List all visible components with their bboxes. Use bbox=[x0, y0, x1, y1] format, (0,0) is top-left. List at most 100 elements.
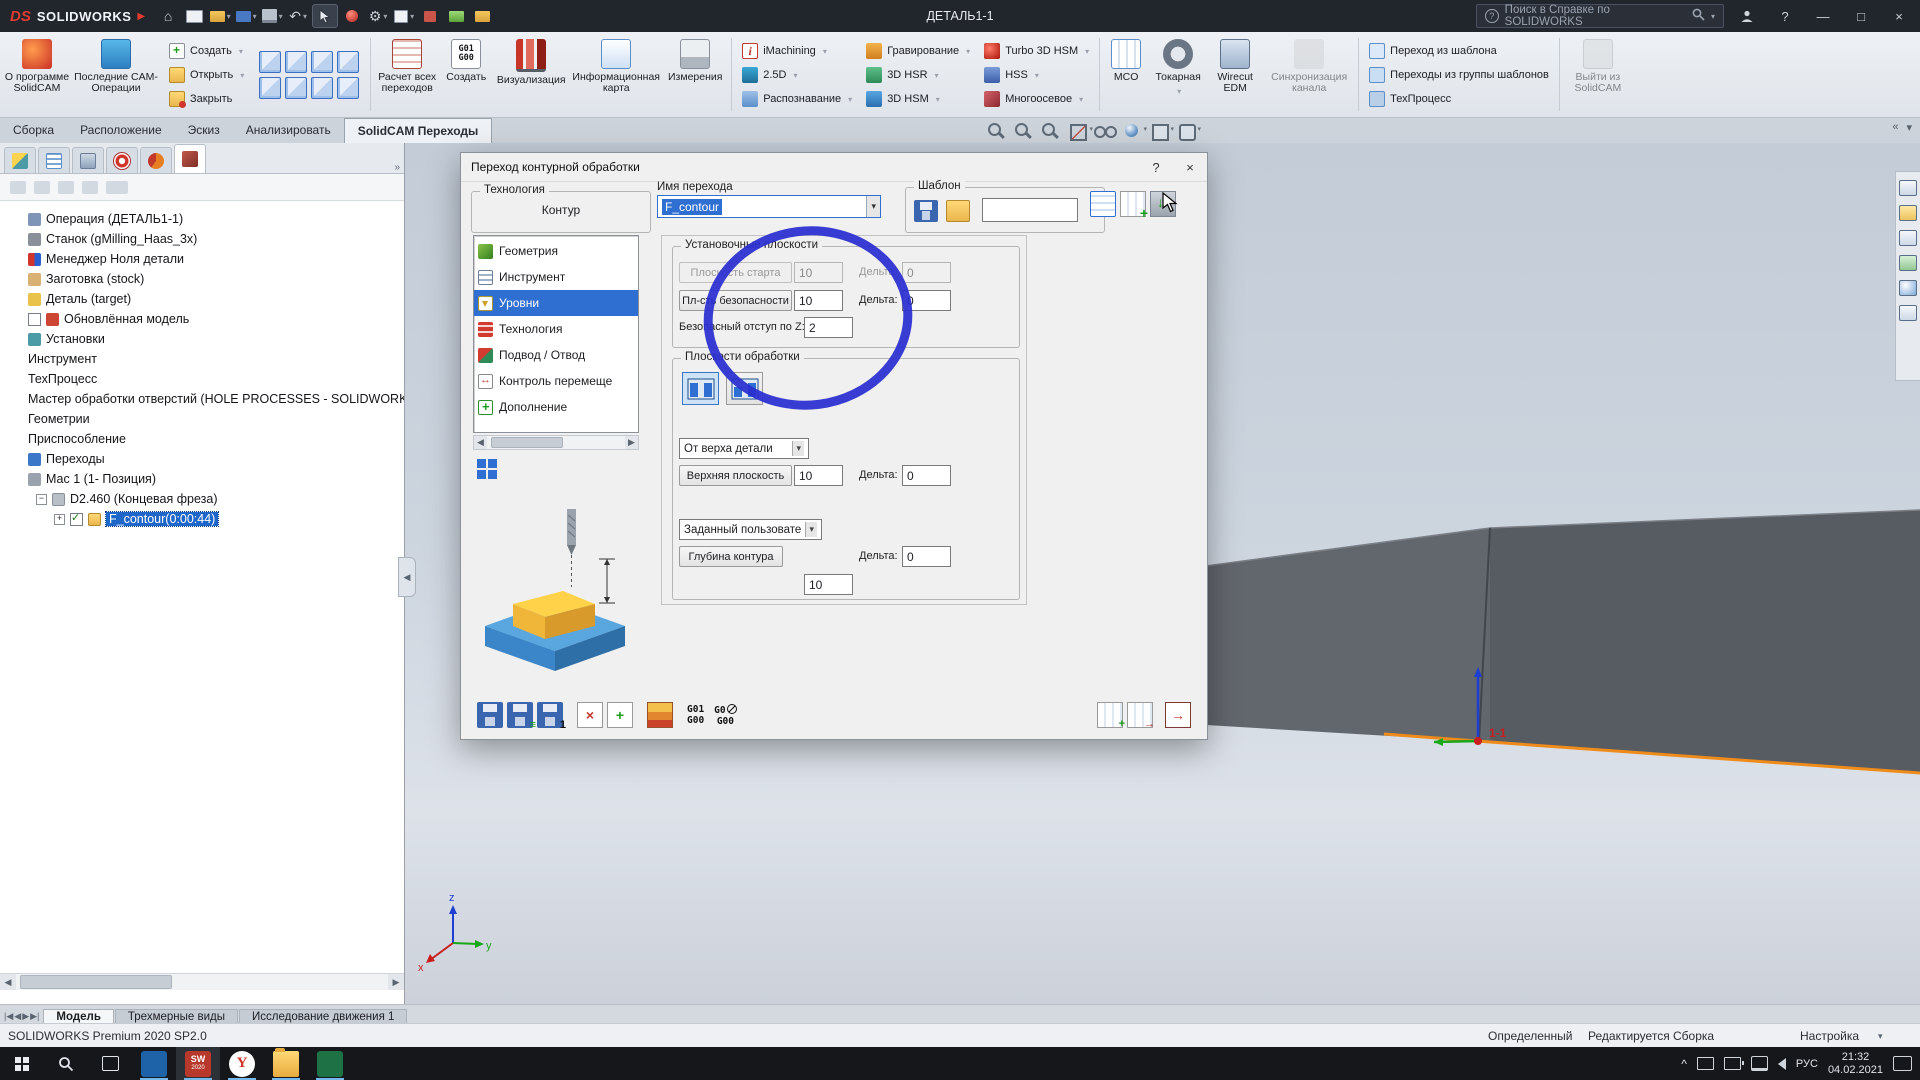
tab-3d-views[interactable]: Трехмерные виды bbox=[115, 1009, 238, 1024]
save-button[interactable] bbox=[234, 5, 258, 27]
configuration-tab[interactable] bbox=[72, 147, 104, 173]
tree-item[interactable]: Геометрии bbox=[0, 409, 404, 429]
filter-icon[interactable] bbox=[10, 181, 26, 194]
taskbar-app-solidworks[interactable]: SW2020 bbox=[176, 1047, 220, 1080]
maximize-button[interactable]: □ bbox=[1846, 4, 1876, 28]
view-cube-icon[interactable] bbox=[259, 51, 281, 73]
zoom-fit-icon[interactable] bbox=[985, 121, 1009, 141]
solidcam-manager-tab[interactable] bbox=[140, 147, 172, 173]
tree-item[interactable]: Операция (ДЕТАЛЬ1-1) bbox=[0, 209, 404, 229]
techprocess-button[interactable]: ТехПроцесс bbox=[1369, 89, 1549, 109]
wirecut-button[interactable]: Wirecut EDM bbox=[1207, 34, 1263, 115]
transitions-from-template-group-button[interactable]: Переходы из группы шаблонов bbox=[1369, 65, 1549, 85]
tab-sketch[interactable]: Эскиз bbox=[175, 118, 233, 142]
operations-stack-icon[interactable] bbox=[647, 702, 673, 728]
operation-info-button[interactable] bbox=[1090, 191, 1116, 217]
create-cam-button[interactable]: Создать bbox=[169, 41, 244, 61]
info-card-button[interactable]: Информационная карта bbox=[570, 34, 662, 115]
exit-without-save-button[interactable]: × bbox=[577, 702, 603, 728]
measure-button[interactable]: Измерения bbox=[662, 34, 728, 115]
tree-item[interactable]: Мастер обработки отверстий (HOLE PROCESS… bbox=[0, 389, 404, 409]
3d-hsr-button[interactable]: 3D HSR bbox=[866, 65, 970, 85]
view-cube-icon[interactable] bbox=[337, 77, 359, 99]
zoom-previous-icon[interactable] bbox=[1039, 121, 1063, 141]
panel-chevron-icon[interactable]: » bbox=[394, 162, 400, 173]
hide-show-items-icon[interactable] bbox=[1093, 121, 1117, 141]
tree-item[interactable]: Мас 1 (1- Позиция) bbox=[0, 469, 404, 489]
rebuild-button[interactable] bbox=[340, 5, 364, 27]
page-levels[interactable]: Уровни bbox=[474, 290, 638, 316]
appearance-icon[interactable] bbox=[1120, 121, 1144, 141]
network-icon[interactable] bbox=[1751, 1056, 1768, 1071]
tree-item-selected[interactable]: F_contour(0:00:44) bbox=[0, 509, 404, 529]
tree-item[interactable]: Заготовка (stock) bbox=[0, 269, 404, 289]
start-button[interactable] bbox=[0, 1047, 44, 1080]
panel-collapse-handle[interactable]: ◀ bbox=[398, 557, 416, 597]
scroll-right-icon[interactable]: ▶ bbox=[625, 436, 638, 449]
close-cam-button[interactable]: Закрыть bbox=[169, 89, 244, 109]
view-cube-icon[interactable] bbox=[337, 51, 359, 73]
view-orientation-icon[interactable] bbox=[1174, 121, 1198, 141]
page-motion-control[interactable]: Контроль перемеще bbox=[474, 368, 638, 394]
battery-icon[interactable] bbox=[1724, 1057, 1741, 1070]
collapse-ribbon-icon[interactable]: « bbox=[1888, 121, 1902, 134]
scroll-thumb[interactable] bbox=[20, 975, 172, 989]
depth-mode-dropdown[interactable]: Заданный пользовате bbox=[679, 519, 822, 540]
options-button[interactable]: ⚙ bbox=[366, 5, 390, 27]
safety-delta-field[interactable]: 0 bbox=[902, 290, 951, 311]
turbo-3d-hsm-button[interactable]: Turbo 3D HSM bbox=[984, 41, 1089, 61]
caret-down-icon[interactable]: ▾ bbox=[1878, 1031, 1883, 1042]
minimize-button[interactable]: — bbox=[1808, 4, 1838, 28]
file-explorer-icon[interactable] bbox=[1899, 230, 1917, 246]
property-manager-tab[interactable] bbox=[38, 147, 70, 173]
mco-button[interactable]: MCO bbox=[1103, 34, 1149, 115]
section-view-icon[interactable] bbox=[1066, 121, 1090, 141]
view-cube-icon[interactable] bbox=[311, 77, 333, 99]
taskbar-app-yandex[interactable]: Y bbox=[220, 1047, 264, 1080]
add-template-button[interactable]: + bbox=[1097, 702, 1123, 728]
nav-horizontal-scrollbar[interactable]: ◀ ▶ bbox=[473, 435, 639, 450]
save-calculate-exit-button[interactable]: 1 bbox=[537, 702, 563, 728]
open-cam-button[interactable]: Открыть bbox=[169, 65, 244, 85]
expand-icon[interactable] bbox=[54, 514, 65, 525]
help-search-box[interactable]: ? Поиск в Справке по SOLIDWORKS ▾ bbox=[1476, 4, 1724, 28]
tab-model[interactable]: Модель bbox=[43, 1009, 114, 1024]
undo-button[interactable]: ↶ bbox=[286, 5, 310, 27]
volume-icon[interactable] bbox=[1778, 1058, 1786, 1070]
open-button[interactable] bbox=[208, 5, 232, 27]
taskbar-app-tiles[interactable] bbox=[132, 1047, 176, 1080]
save-template-button[interactable] bbox=[914, 200, 938, 222]
upper-delta-field[interactable]: 0 bbox=[902, 465, 951, 486]
tab-assembly[interactable]: Сборка bbox=[0, 118, 67, 142]
scroll-thumb[interactable] bbox=[491, 437, 563, 448]
upper-plane-field[interactable]: 10 bbox=[794, 465, 843, 486]
contour-depth-field[interactable]: 10 bbox=[804, 574, 853, 595]
model-checkbox[interactable] bbox=[28, 313, 41, 326]
scroll-left-icon[interactable]: ◀ bbox=[0, 974, 16, 990]
view-cube-icon[interactable] bbox=[285, 77, 307, 99]
taskbar-search-button[interactable] bbox=[44, 1047, 88, 1080]
appearances-scenes-icon[interactable] bbox=[1899, 280, 1917, 296]
home-button[interactable]: ⌂ bbox=[156, 5, 180, 27]
multiaxis-button[interactable]: Многоосевое bbox=[984, 89, 1089, 109]
dialog-help-button[interactable]: ? bbox=[1139, 154, 1173, 181]
taskbar-app-excel[interactable] bbox=[308, 1047, 352, 1080]
dimxpert-tab[interactable] bbox=[106, 147, 138, 173]
notification-center-icon[interactable] bbox=[1893, 1056, 1912, 1071]
upper-plane-mode-dropdown[interactable]: От верха детали bbox=[679, 438, 809, 459]
save-and-calculate-button[interactable]: ≡ bbox=[507, 702, 533, 728]
tree-item[interactable]: D2.460 (Концевая фреза) bbox=[0, 489, 404, 509]
imachining-button[interactable]: iiMachining bbox=[742, 41, 852, 61]
tab-layout[interactable]: Расположение bbox=[67, 118, 175, 142]
help-button[interactable]: ? bbox=[1770, 4, 1800, 28]
scene-icon[interactable] bbox=[1147, 121, 1171, 141]
dialog-title-bar[interactable]: Переход контурной обработки ? × bbox=[461, 153, 1207, 182]
dialog-close-button[interactable]: × bbox=[1173, 154, 1207, 181]
add-operation-button[interactable]: + bbox=[607, 702, 633, 728]
add-to-template-button[interactable]: + bbox=[1120, 191, 1146, 217]
tree-item[interactable]: Деталь (target) bbox=[0, 289, 404, 309]
tab-solidcam-transitions[interactable]: SolidCAM Переходы bbox=[344, 118, 493, 143]
contour-depth-button[interactable]: Глубина контура bbox=[679, 546, 783, 567]
tab-motion-study[interactable]: Исследование движения 1 bbox=[239, 1009, 407, 1024]
tree-item[interactable]: Приспособление bbox=[0, 429, 404, 449]
